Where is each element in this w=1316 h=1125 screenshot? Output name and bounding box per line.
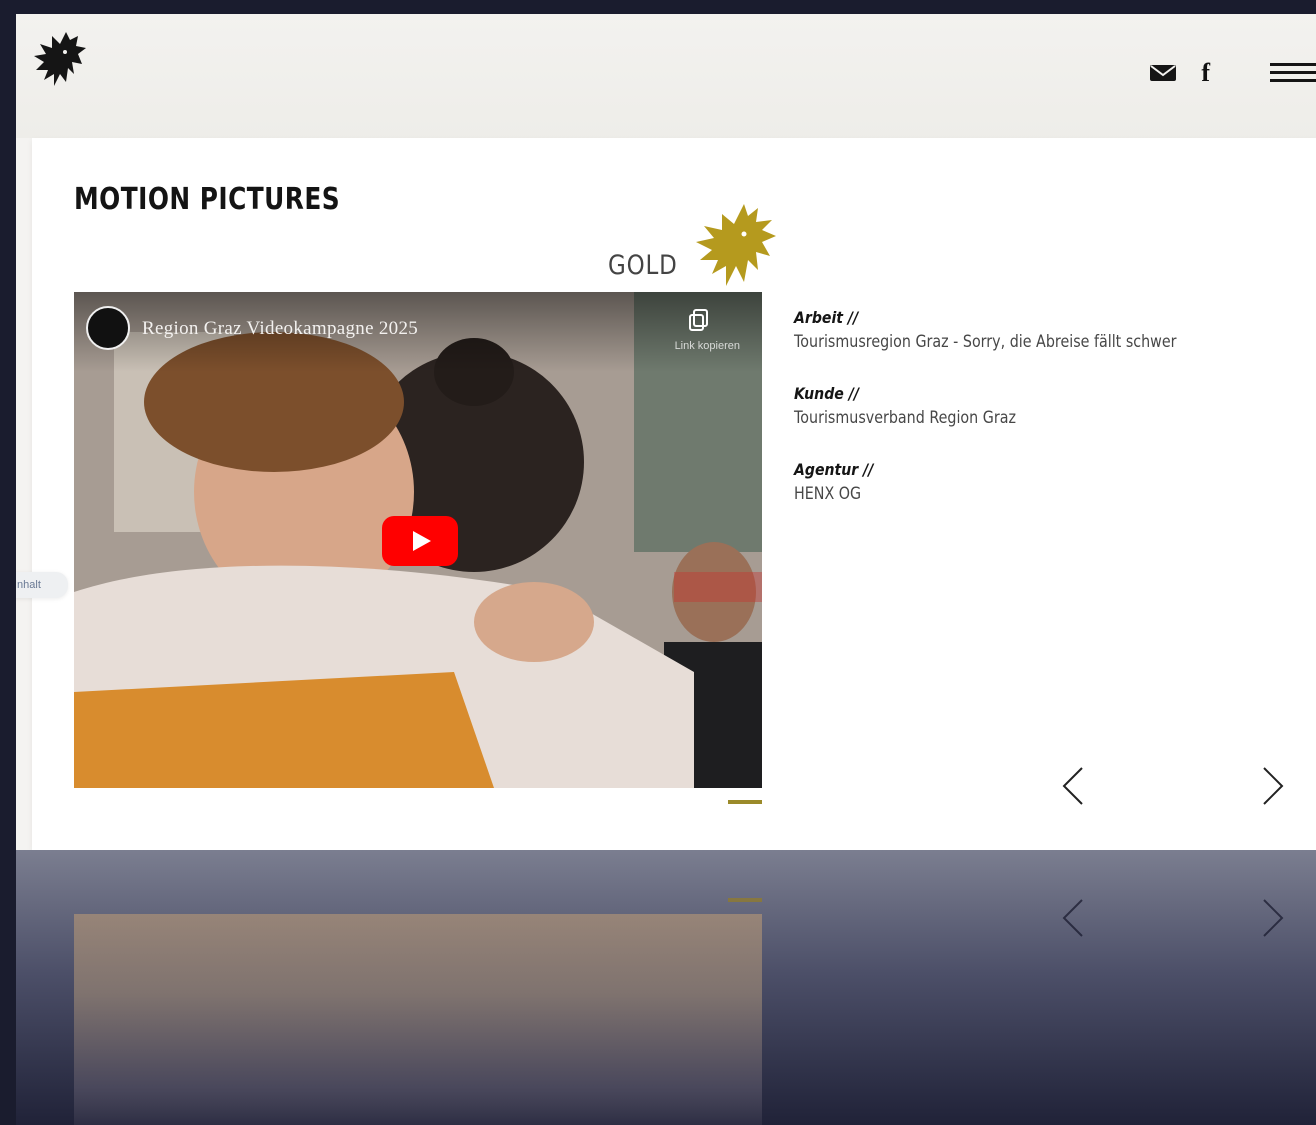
copy-link-icon[interactable]	[688, 308, 710, 332]
reflected-chevron-left-icon	[1062, 899, 1083, 937]
chevron-right-icon[interactable]	[1258, 764, 1288, 808]
reflection-area	[16, 850, 1316, 1125]
project-details: Arbeit // Tourismusregion Graz - Sorry, …	[794, 308, 1274, 536]
dragon-logo-icon[interactable]	[32, 30, 88, 90]
reflected-slide-indicator	[728, 898, 762, 902]
reflected-chevron-right-icon	[1263, 899, 1284, 937]
mail-icon[interactable]	[1149, 63, 1177, 83]
detail-work: Arbeit // Tourismusregion Graz - Sorry, …	[794, 308, 1274, 352]
channel-avatar[interactable]	[86, 306, 130, 350]
award-label: GOLD	[608, 250, 678, 281]
site-header: f	[16, 14, 1316, 138]
detail-label: Arbeit //	[794, 308, 859, 327]
detail-agency: Agentur // HENX OG	[794, 460, 1274, 504]
copy-link-label[interactable]: Link kopieren	[675, 340, 740, 352]
slide-indicator-active[interactable]	[728, 800, 762, 804]
side-tab-content[interactable]: Inhalt	[16, 572, 68, 598]
video-title[interactable]: Region Graz Videokampagne 2025	[142, 318, 418, 340]
gold-dragon-award-icon	[696, 204, 776, 286]
video-player[interactable]: Region Graz Videokampagne 2025 Link kopi…	[74, 292, 762, 788]
detail-label: Agentur //	[794, 460, 874, 479]
youtube-play-button[interactable]	[382, 516, 458, 566]
youtube-play-icon	[413, 531, 431, 551]
detail-value: Tourismusregion Graz - Sorry, die Abreis…	[794, 332, 1177, 352]
facebook-icon[interactable]: f	[1201, 60, 1210, 86]
page-title: MOTION PICTURES	[74, 182, 341, 217]
content-card: MOTION PICTURES GOLD Region Graz Videoka…	[32, 138, 1316, 850]
detail-client: Kunde // Tourismusverband Region Graz	[794, 384, 1274, 428]
chevron-left-icon[interactable]	[1058, 764, 1088, 808]
browser-frame: f MOTION PICTURES GOLD Region Graz Video…	[16, 14, 1316, 1125]
header-icons: f	[1149, 58, 1316, 88]
detail-value: HENX OG	[794, 484, 862, 504]
hamburger-menu-icon[interactable]	[1270, 60, 1316, 86]
reflected-video	[74, 914, 762, 1125]
detail-label: Kunde //	[794, 384, 860, 403]
detail-value: Tourismusverband Region Graz	[794, 408, 1016, 428]
